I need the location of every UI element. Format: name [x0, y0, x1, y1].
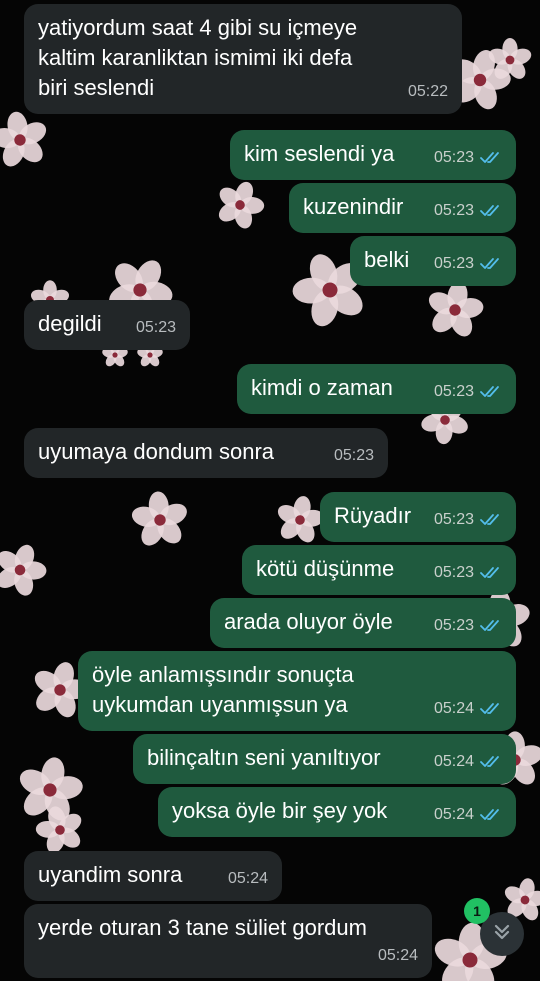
message-time: 05:23 — [433, 149, 474, 166]
unread-count-badge: 1 — [464, 898, 490, 924]
read-receipt-icon — [480, 808, 502, 822]
double-chevron-down-icon — [492, 922, 512, 947]
message-meta: 05:24 — [434, 800, 502, 830]
read-receipt-icon — [480, 257, 502, 271]
message-meta: 05:23 — [434, 611, 502, 641]
message-meta: 05:23 — [334, 441, 374, 471]
message-meta: 05:24 — [434, 747, 502, 777]
message-meta: 05:23 — [434, 249, 502, 279]
message-meta: 05:24 — [228, 864, 268, 894]
message-text: uyumaya dondum sonra — [38, 439, 275, 464]
message-meta: 05:23 — [434, 558, 502, 588]
cherry-blossom-icon — [0, 111, 47, 167]
read-receipt-icon — [480, 619, 502, 633]
read-receipt-icon — [480, 385, 502, 399]
message-bubble-outgoing[interactable]: yoksa öyle bir şey yok 05:24 — [158, 787, 516, 837]
message-time: 05:23 — [135, 319, 176, 336]
message-bubble-incoming[interactable]: uyumaya dondum sonra 05:23 — [24, 428, 388, 478]
message-time: 05:23 — [433, 617, 474, 634]
message-bubble-outgoing[interactable]: öyle anlamışsındır sonuçta uykumdan uyan… — [78, 651, 516, 731]
message-bubble-incoming[interactable]: yerde oturan 3 tane süliet gordum 05:24 — [24, 904, 432, 978]
read-receipt-icon — [480, 566, 502, 580]
message-bubble-incoming[interactable]: degildi 05:23 — [24, 300, 190, 350]
cherry-blossom-icon — [131, 491, 187, 546]
message-meta: 05:24 — [434, 694, 502, 724]
cherry-blossom-icon — [218, 181, 265, 229]
message-time: 05:23 — [433, 202, 474, 219]
message-meta: 05:23 — [434, 143, 502, 173]
message-time: 05:23 — [433, 564, 474, 581]
cherry-blossom-icon — [0, 544, 47, 596]
read-receipt-icon — [480, 702, 502, 716]
message-bubble-outgoing[interactable]: Rüyadır 05:23 — [320, 492, 516, 542]
message-time: 05:24 — [433, 753, 474, 770]
message-time: 05:22 — [407, 83, 448, 100]
message-time: 05:24 — [227, 870, 268, 887]
message-bubble-outgoing[interactable]: kuzenindir 05:23 — [289, 183, 516, 233]
message-time: 05:24 — [377, 947, 418, 964]
message-meta: 05:22 — [408, 77, 448, 107]
message-time: 05:24 — [433, 806, 474, 823]
message-bubble-incoming[interactable]: uyandim sonra 05:24 — [24, 851, 282, 901]
message-bubble-outgoing[interactable]: kötü düşünme 05:23 — [242, 545, 516, 595]
message-meta: 05:23 — [434, 377, 502, 407]
message-meta: 05:23 — [434, 505, 502, 535]
message-bubble-outgoing[interactable]: kimdi o zaman 05:23 — [237, 364, 516, 414]
message-time: 05:23 — [433, 255, 474, 272]
message-bubble-outgoing[interactable]: kim seslendi ya 05:23 — [230, 130, 516, 180]
read-receipt-icon — [480, 755, 502, 769]
message-bubble-outgoing[interactable]: bilinçaltın seni yanıltıyor 05:24 — [133, 734, 516, 784]
message-time: 05:23 — [333, 447, 374, 464]
message-time: 05:23 — [433, 511, 474, 528]
read-receipt-icon — [480, 513, 502, 527]
message-time: 05:23 — [433, 383, 474, 400]
message-bubble-incoming[interactable]: yatiyordum saat 4 gibi su içmeye kaltim … — [24, 4, 462, 114]
message-meta: 05:24 — [378, 941, 418, 971]
cherry-blossom-icon — [428, 281, 484, 337]
read-receipt-icon — [480, 151, 502, 165]
message-bubble-outgoing[interactable]: belki 05:23 — [350, 236, 516, 286]
message-meta: 05:23 — [136, 313, 176, 343]
message-time: 05:24 — [433, 700, 474, 717]
message-bubble-outgoing[interactable]: arada oluyor öyle 05:23 — [210, 598, 516, 648]
message-meta: 05:23 — [434, 196, 502, 226]
message-text: yerde oturan 3 tane süliet gordum — [38, 915, 367, 940]
read-receipt-icon — [480, 204, 502, 218]
message-text: yatiyordum saat 4 gibi su içmeye kaltim … — [38, 15, 358, 100]
